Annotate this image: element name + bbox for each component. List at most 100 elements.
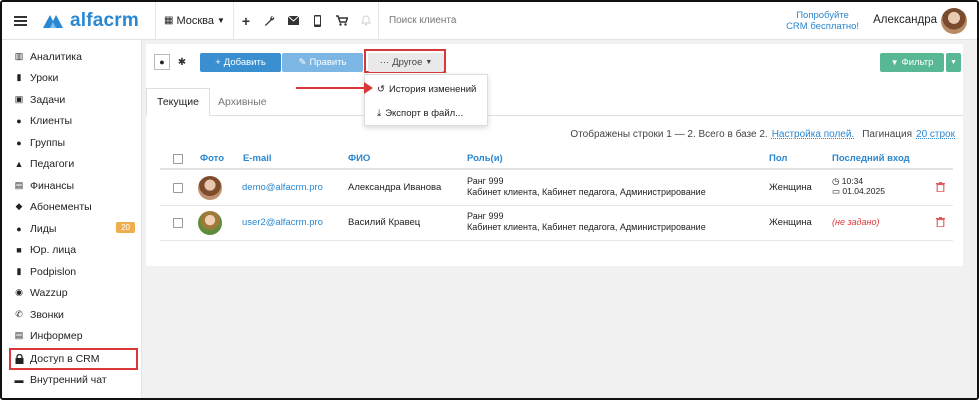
mobile-icon: ▮ [16, 266, 22, 276]
person-walk-icon[interactable]: ✱ [174, 54, 190, 70]
branch-selector[interactable]: ▦ Москва ▼ [156, 2, 233, 40]
user-roles: Кабинет клиента, Кабинет педагога, Админ… [467, 222, 706, 232]
last-login-not-set: (не задано) [832, 217, 880, 227]
rows-shown-text: Отображены строки 1 — 2. Всего в базе 2. [570, 129, 768, 140]
sidebar-item-lessons[interactable]: ▮ Уроки [14, 67, 135, 88]
header-fio[interactable]: ФИО [348, 153, 370, 164]
calendar-check-icon: ▣ [14, 94, 24, 104]
row-checkbox[interactable] [173, 183, 183, 193]
sidebar-item-wazzup[interactable]: ◉ Wazzup [14, 282, 135, 303]
user-fio: Василий Кравец [348, 217, 421, 228]
tab-archive[interactable]: Архивные [208, 88, 277, 116]
sidebar-item-internal-chat[interactable]: ▬ Внутренний чат [14, 369, 135, 390]
promo-link[interactable]: Попробуйте CRM бесплатно! [786, 10, 859, 32]
branch-label: Москва [176, 14, 215, 27]
sidebar-item-podpislon[interactable]: ▮ Podpislon [14, 261, 135, 282]
sidebar-item-label: Внутренний чат [30, 373, 107, 386]
edit-button[interactable]: ✎ Править [282, 53, 363, 72]
person-view-icon[interactable]: ● [154, 54, 170, 70]
whatsapp-icon: ◉ [15, 287, 23, 297]
sidebar-item-tasks[interactable]: ▣ Задачи [14, 89, 135, 110]
top-bar: alfacrm ▦ Москва ▼ + Поиск клиента Попро… [2, 2, 977, 40]
sidebar-item-groups[interactable]: ● Группы [14, 132, 135, 153]
user-gender: Женщина [769, 217, 812, 228]
download-icon: ⤓ [377, 107, 382, 119]
header-email[interactable]: E-mail [243, 153, 272, 164]
plus-icon[interactable]: + [234, 2, 258, 40]
sidebar-item-analytics[interactable]: ▥ Аналитика [14, 46, 135, 67]
tab-archive-label: Архивные [218, 96, 267, 108]
header-last-login[interactable]: Последний вход [832, 153, 910, 164]
user-gender: Женщина [769, 182, 812, 193]
building-icon: ▦ [164, 15, 174, 26]
header-roles[interactable]: Роль(и) [467, 153, 503, 164]
sidebar-item-leads[interactable]: ● Лиды 20 [14, 218, 135, 239]
sidebar: ▥ Аналитика ▮ Уроки ▣ Задачи ● Клиенты ●… [2, 40, 142, 398]
history-icon: ↺ [377, 83, 385, 95]
filter-button[interactable]: ▼ Фильтр [880, 53, 944, 72]
phone-icon: ✆ [15, 309, 23, 319]
user-rank: Ранг 999 [467, 211, 504, 221]
field-settings-link[interactable]: Настройка полей. [772, 129, 855, 140]
graduation-cap-icon: ▲ [14, 158, 24, 169]
sidebar-item-legal-entities[interactable]: ■ Юр. лица [14, 239, 135, 260]
toolbar: ● ✱ + Добавить ✎ Править ··· Другое ▼ ▼ … [146, 44, 963, 80]
sidebar-item-label: Задачи [30, 93, 66, 106]
avatar[interactable] [941, 8, 967, 34]
leads-count-badge: 20 [116, 222, 135, 233]
table-header: Фото E-mail ФИО Роль(и) Пол Последний вх… [160, 148, 953, 170]
edit-button-label: Править [309, 57, 347, 68]
logo[interactable]: alfacrm [42, 10, 145, 32]
search-client-input[interactable]: Поиск клиента [389, 15, 457, 26]
sidebar-item-label: Уроки [30, 71, 59, 84]
pencil-icon: ✎ [298, 57, 307, 68]
menu-item-history[interactable]: ↺ История изменений [377, 79, 476, 99]
clock-icon: ◷ [832, 176, 840, 186]
sidebar-item-label: Wazzup [30, 286, 68, 299]
sidebar-item-clients[interactable]: ● Клиенты [14, 110, 135, 131]
sidebar-item-teachers[interactable]: ▲ Педагоги [14, 153, 135, 174]
sidebar-item-subscriptions[interactable]: ◆ Абонементы [14, 196, 135, 217]
logo-text: alfacrm [70, 9, 139, 31]
select-all-checkbox[interactable] [173, 154, 183, 164]
user-name[interactable]: Александра [873, 14, 937, 26]
sidebar-item-label: Юр. лица [30, 243, 77, 256]
other-button[interactable]: ··· Другое ▼ [368, 53, 444, 72]
phone-icon[interactable] [306, 2, 330, 40]
add-button[interactable]: + Добавить [200, 53, 281, 72]
user-photo [198, 211, 222, 235]
trash-icon[interactable] [936, 217, 945, 230]
user-photo [198, 176, 222, 200]
promo-line-1: Попробуйте [796, 10, 849, 21]
row-checkbox[interactable] [173, 218, 183, 228]
cart-icon[interactable] [330, 2, 354, 40]
sidebar-item-calls[interactable]: ✆ Звонки [14, 304, 135, 325]
annotation-arrow [296, 87, 368, 89]
user-email[interactable]: demo@alfacrm.pro [242, 182, 323, 193]
menu-item-export[interactable]: ⤓ Экспорт в файл... [377, 103, 463, 123]
filter-dropdown-button[interactable]: ▼ [946, 53, 961, 72]
wrench-icon[interactable] [258, 2, 282, 40]
last-login-date: ▭ 01.04.2025 [832, 186, 885, 197]
table-row[interactable]: user2@alfacrm.pro Василий Кравец Ранг 99… [160, 206, 953, 241]
menu-item-export-label: Экспорт в файл... [385, 107, 464, 119]
add-button-label: Добавить [223, 57, 266, 68]
menu-icon[interactable] [2, 2, 38, 40]
trash-icon[interactable] [936, 182, 945, 195]
tab-current[interactable]: Текущие [146, 88, 210, 116]
sidebar-item-label: Клиенты [30, 114, 73, 127]
annotation-arrow-head [364, 82, 373, 94]
book-icon: ▮ [16, 72, 22, 82]
sidebar-item-finance[interactable]: ▤ Финансы [14, 175, 135, 196]
table-row[interactable]: demo@alfacrm.pro Александра Иванова Ранг… [160, 171, 953, 206]
sidebar-item-informer[interactable]: ▤ Информер [14, 325, 135, 346]
list-icon: ▤ [14, 330, 24, 340]
header-gender[interactable]: Пол [769, 153, 787, 164]
pagination-link[interactable]: 20 строк [916, 129, 955, 140]
user-email[interactable]: user2@alfacrm.pro [242, 217, 323, 228]
caret-down-icon: ▼ [217, 16, 225, 25]
mail-icon[interactable] [282, 2, 306, 40]
bell-icon[interactable] [354, 2, 378, 40]
user-rank: Ранг 999 [467, 176, 504, 186]
sidebar-item-label: Информер [30, 329, 83, 342]
